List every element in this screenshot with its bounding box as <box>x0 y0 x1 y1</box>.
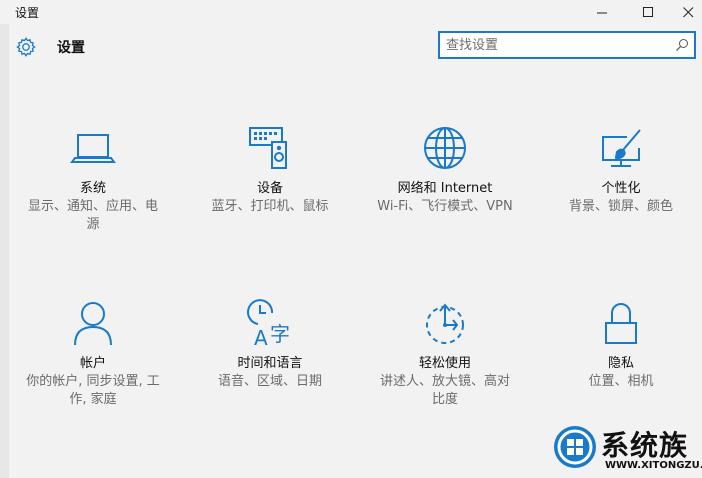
search-icon[interactable] <box>675 38 689 52</box>
svg-text:A: A <box>254 326 268 347</box>
laptop-icon <box>70 134 116 163</box>
watermark-url: WWW.XITONGZU.COM <box>605 460 702 471</box>
gear-icon <box>16 37 36 57</box>
search-input[interactable] <box>446 36 666 54</box>
tile-description: 讲述人、放大镜、高对比度 <box>379 374 510 407</box>
tile-time-language[interactable]: A 字 时间和语言 语音、区域、日期 <box>186 299 354 391</box>
close-button[interactable] <box>668 0 702 24</box>
tile-title: 网络和 Internet <box>397 181 493 196</box>
tile-title: 隐私 <box>607 356 634 371</box>
window-left-edge <box>0 0 9 478</box>
tile-devices[interactable]: 设备 蓝牙、打印机、鼠标 <box>186 124 354 216</box>
globe-icon <box>424 127 466 169</box>
tile-description: 背景、锁屏、颜色 <box>568 199 673 214</box>
tile-description: 显示、通知、应用、电源 <box>27 199 158 232</box>
tile-personalization[interactable]: 个性化 背景、锁屏、颜色 <box>537 124 702 216</box>
maximize-button[interactable] <box>628 0 668 24</box>
tile-title: 个性化 <box>601 181 641 196</box>
tile-description: 你的帐户, 同步设置, 工作, 家庭 <box>26 374 160 407</box>
tile-title: 系统 <box>79 181 106 196</box>
minimize-icon <box>596 12 607 13</box>
close-icon <box>682 6 693 17</box>
settings-window: 设置 设置 系统 显示、通知 <box>0 0 702 478</box>
tile-ease-of-access[interactable]: 轻松使用 讲述人、放大镜、高对比度 <box>361 299 529 409</box>
tile-network[interactable]: 网络和 Internet Wi-Fi、飞行模式、VPN <box>361 124 529 216</box>
watermark-text: 系统族 <box>601 429 689 462</box>
search-box[interactable] <box>438 31 696 59</box>
ease-of-access-icon <box>426 303 464 344</box>
svg-text:字: 字 <box>270 322 290 346</box>
minimize-button[interactable] <box>582 0 622 24</box>
tile-accounts[interactable]: 帐户 你的帐户, 同步设置, 工作, 家庭 <box>9 299 177 409</box>
title-bar: 设置 <box>0 0 702 24</box>
tile-title: 时间和语言 <box>237 356 303 371</box>
tile-privacy[interactable]: 隐私 位置、相机 <box>537 299 702 391</box>
watermark: 系统族 WWW.XITONGZU.COM <box>549 418 702 478</box>
tile-title: 设备 <box>256 181 283 196</box>
tile-description: 位置、相机 <box>588 374 654 389</box>
tile-title: 帐户 <box>79 356 106 371</box>
window-title: 设置 <box>15 6 40 20</box>
person-icon <box>74 302 112 346</box>
tile-description: Wi-Fi、飞行模式、VPN <box>377 199 513 214</box>
lock-icon <box>605 303 637 344</box>
page-title: 设置 <box>57 40 85 56</box>
windows-logo-icon <box>554 426 596 468</box>
tile-system[interactable]: 系统 显示、通知、应用、电源 <box>9 124 177 234</box>
time-language-icon: A 字 <box>247 299 290 347</box>
devices-icon <box>249 127 287 169</box>
personalization-icon <box>602 129 641 167</box>
maximize-icon <box>642 6 653 17</box>
tile-description: 蓝牙、打印机、鼠标 <box>211 199 329 214</box>
tile-description: 语音、区域、日期 <box>217 374 322 389</box>
tile-title: 轻松使用 <box>418 356 471 371</box>
